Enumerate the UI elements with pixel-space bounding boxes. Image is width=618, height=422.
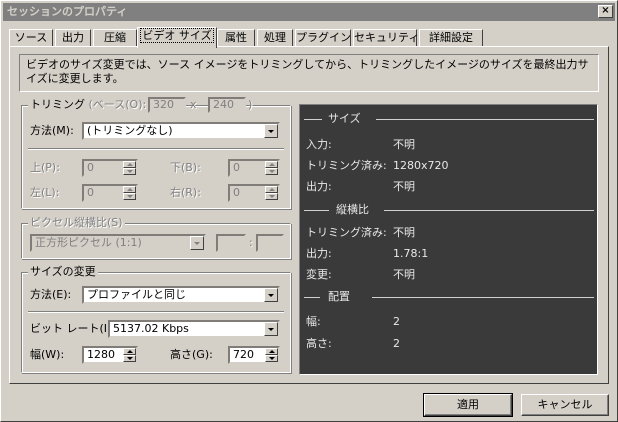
aspect-header: 縦横比 (336, 203, 369, 216)
bitrate-label: ビット レート(I): (30, 322, 116, 335)
divider (376, 119, 594, 120)
tab-security[interactable]: セキュリティ (353, 29, 419, 47)
resize-group: サイズの変更 方法(E): プロファイルと同じ ビット レート(I): 5137… (21, 265, 291, 373)
input-value: 不明 (393, 138, 415, 151)
place-height-label: 高さ: (306, 337, 332, 350)
width-label: 幅(W): (30, 348, 65, 361)
properties-dialog: セッションのプロパティ × ソース 出力 圧縮 ビデオ サイズ 属性 処理 プラ… (0, 0, 618, 422)
spinner-icon[interactable] (265, 348, 278, 362)
input-label: 入力: (306, 138, 332, 151)
place-width-value: 2 (393, 315, 400, 328)
aspect-denominator-field (256, 234, 284, 252)
spinner-icon (123, 161, 136, 175)
tab-attributes[interactable]: 属性 (217, 29, 255, 47)
resize-method-label: 方法(E): (30, 288, 72, 301)
crop-bottom-label: 下(B): (170, 161, 201, 174)
crop-right-value: 0 (233, 186, 240, 199)
crop-left-label: 左(L): (30, 186, 60, 199)
aspect-output-label: 出力: (306, 247, 332, 260)
base-label: (ベース(O): (88, 98, 147, 111)
chevron-down-icon[interactable] (264, 288, 278, 302)
base-close-paren: ) (248, 98, 253, 111)
cancel-button[interactable]: キャンセル (521, 394, 609, 416)
cropped-label: トリミング済み: (306, 159, 387, 172)
aspect-cropped-value: 不明 (393, 226, 415, 239)
bitrate-value: 5137.02 Kbps (113, 322, 189, 335)
cropped-value: 1280x720 (393, 159, 449, 172)
output-label: 出力: (306, 180, 332, 193)
crop-left-stepper: 0 (82, 184, 138, 202)
height-stepper[interactable]: 720 (228, 346, 280, 364)
width-value: 1280 (87, 348, 115, 361)
tab-plugins[interactable]: プラグイン (295, 29, 351, 47)
description-text: ビデオのサイズ変更では、ソース イメージをトリミングしてから、トリミングしたイメ… (19, 54, 599, 92)
tab-video-size-label: ビデオ サイズ (140, 28, 214, 43)
aspect-output-value: 1.78:1 (393, 247, 429, 260)
place-height-value: 2 (393, 337, 400, 350)
aspect-cropped-label: トリミング済み: (306, 226, 387, 239)
pixel-aspect-group: ピクセル縦横比(S) 正方形ピクセル (1:1) : (21, 216, 291, 259)
crop-bottom-stepper: 0 (228, 159, 280, 177)
width-stepper[interactable]: 1280 (82, 346, 138, 364)
placement-header: 配置 (328, 290, 350, 303)
place-width-label: 幅: (306, 315, 321, 328)
pixel-aspect-value: 正方形ピクセル (1:1) (35, 236, 142, 249)
apply-button[interactable]: 適用 (423, 393, 513, 417)
crop-right-stepper: 0 (228, 184, 280, 202)
close-button[interactable]: × (598, 5, 613, 18)
tab-video-size[interactable]: ビデオ サイズ (137, 27, 217, 48)
crop-left-value: 0 (87, 186, 94, 199)
crop-top-stepper: 0 (82, 159, 138, 177)
tab-advanced[interactable]: 詳細設定 (419, 29, 483, 47)
output-value: 不明 (393, 180, 415, 193)
crop-method-label: 方法(M): (30, 124, 74, 137)
aspect-change-label: 変更: (306, 268, 332, 281)
window-title: セッションのプロパティ (7, 5, 128, 18)
resize-method-select[interactable]: プロファイルと同じ (82, 286, 280, 304)
crop-bottom-value: 0 (233, 161, 240, 174)
bitrate-select[interactable]: 5137.02 Kbps (108, 320, 280, 338)
base-x-separator: x (190, 98, 197, 111)
spinner-icon (123, 186, 136, 200)
resize-legend: サイズの変更 (28, 265, 98, 279)
tab-processing[interactable]: 処理 (257, 29, 293, 47)
tab-compression[interactable]: 圧縮 (93, 29, 137, 47)
cropping-group: トリミング (ベース(O): 320 x 240 ) 方法(M): (トリミング… (21, 97, 291, 209)
aspect-change-value: 不明 (393, 268, 415, 281)
spinner-icon (265, 186, 278, 200)
cropping-legend: トリミング (ベース(O): (28, 98, 149, 112)
info-panel: サイズ 入力: 不明 トリミング済み: 1280x720 出力: 不明 縦横比 … (299, 104, 598, 375)
aspect-numerator-field (216, 234, 246, 252)
pixel-aspect-select: 正方形ピクセル (1:1) (30, 234, 206, 252)
divider (304, 119, 322, 120)
crop-method-select[interactable]: (トリミングなし) (82, 122, 280, 140)
base-width-field: 320 (148, 97, 186, 113)
crop-top-label: 上(P): (30, 161, 60, 174)
divider (28, 311, 284, 313)
title-bar[interactable]: セッションのプロパティ × (3, 3, 615, 21)
chevron-down-icon (190, 236, 204, 250)
tab-output[interactable]: 出力 (55, 29, 91, 47)
crop-top-value: 0 (87, 161, 94, 174)
crop-right-label: 右(R): (170, 186, 201, 199)
spinner-icon[interactable] (123, 348, 136, 362)
base-height-field: 240 (208, 97, 246, 113)
divider (384, 210, 594, 211)
chevron-down-icon[interactable] (264, 124, 278, 138)
cropping-legend-text: トリミング (30, 98, 85, 111)
spinner-icon (265, 161, 278, 175)
size-header: サイズ (328, 112, 361, 125)
height-label: 高さ(G): (170, 348, 213, 361)
pixel-aspect-legend: ピクセル縦横比(S) (28, 216, 125, 230)
resize-method-value: プロファイルと同じ (87, 288, 186, 301)
height-value: 720 (233, 348, 254, 361)
divider (28, 148, 284, 150)
tab-source[interactable]: ソース (9, 29, 53, 47)
divider (372, 297, 594, 298)
crop-method-value: (トリミングなし) (87, 124, 173, 137)
divider (304, 297, 320, 298)
chevron-down-icon[interactable] (264, 322, 278, 336)
aspect-colon: : (249, 236, 253, 249)
divider (304, 210, 329, 211)
